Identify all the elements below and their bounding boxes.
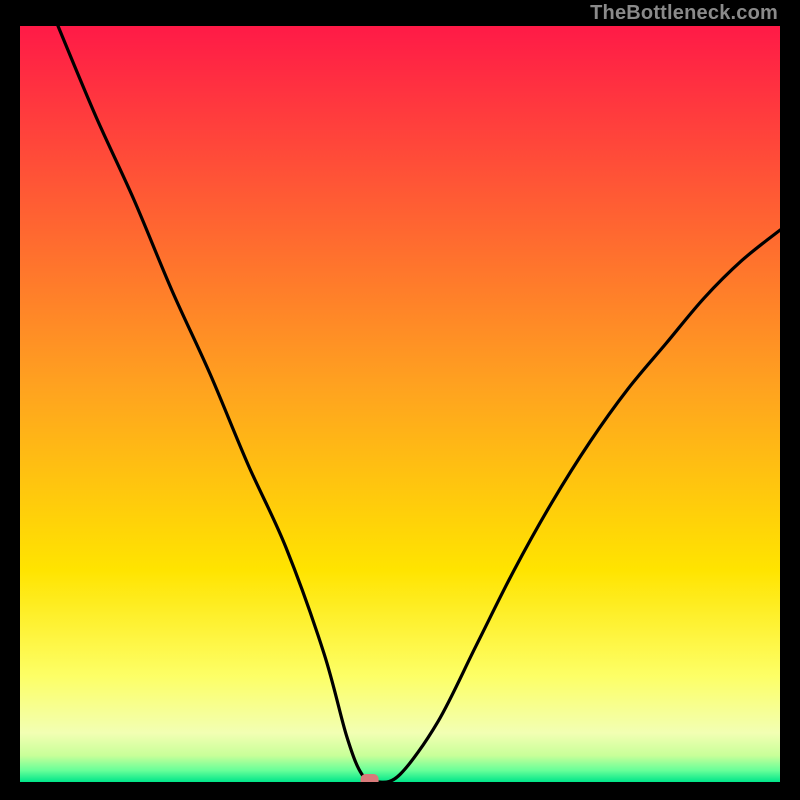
chart-background-gradient bbox=[20, 26, 780, 782]
bottleneck-curve-chart bbox=[20, 26, 780, 782]
attribution-text: TheBottleneck.com bbox=[590, 2, 778, 25]
optimal-point-marker bbox=[361, 774, 379, 782]
chart-frame bbox=[20, 26, 780, 782]
